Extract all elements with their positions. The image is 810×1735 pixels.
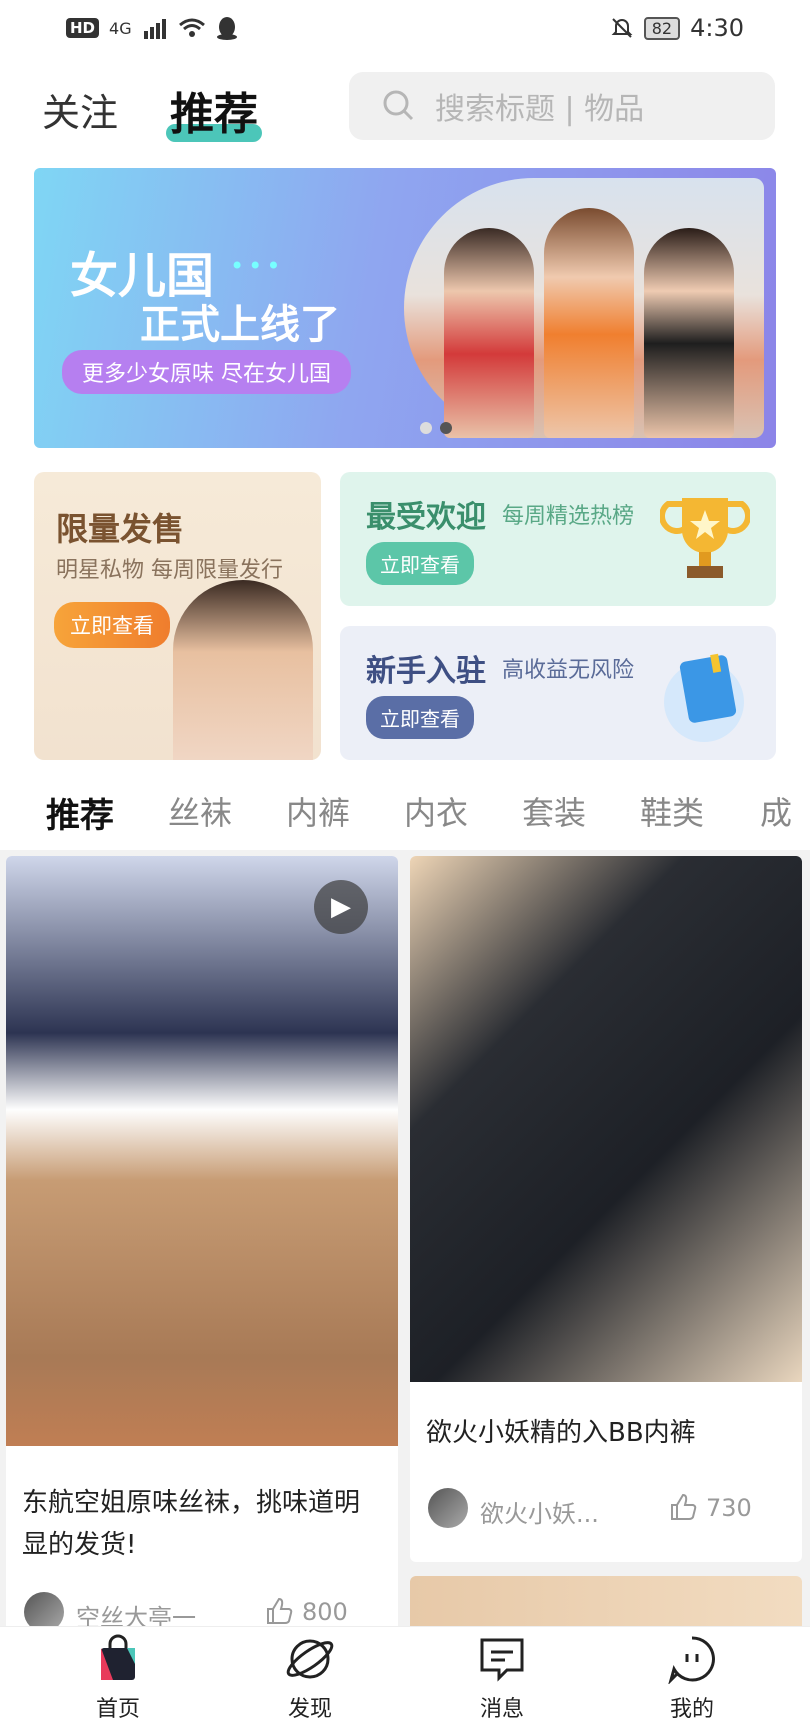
mute-bell-icon [611, 18, 633, 38]
feed-card-title: 欲火小妖精的入BB内裤 [426, 1418, 696, 1448]
like-count: 730 [706, 1494, 752, 1522]
newcomer-card[interactable]: 新手入驻 高收益无风险 立即查看 [340, 626, 776, 760]
carousel-dot[interactable] [420, 422, 432, 434]
search-input[interactable]: 搜索标题 | 物品 [349, 72, 775, 140]
signal-icon [143, 19, 166, 39]
tab-recommend[interactable]: 推荐 [170, 78, 258, 142]
banner-subtitle: 更多少女原味 尽在女儿国 [62, 350, 351, 394]
popular-view-button[interactable]: 立即查看 [366, 542, 474, 585]
feed-card-image [410, 856, 802, 1382]
nav-label: 发现 [287, 1697, 332, 1722]
shopping-bag-icon [93, 1634, 143, 1683]
trophy-icon [660, 498, 750, 578]
carousel-dot-active[interactable] [440, 422, 452, 434]
banner-title-line2: 正式上线了 [140, 302, 340, 348]
limited-sale-card[interactable]: 限量发售 明星私物 每周限量发行 立即查看 [34, 472, 321, 760]
status-left: HD 4G [66, 16, 238, 40]
newcomer-subtitle: 高收益无风险 [502, 658, 635, 683]
play-icon[interactable]: ▶ [314, 880, 368, 934]
nav-messages[interactable]: 消息 [442, 1635, 562, 1723]
like-count: 800 [302, 1598, 348, 1626]
category-tab-stockings[interactable]: 丝袜 [168, 788, 232, 834]
banner-figure [644, 228, 734, 438]
popular-title: 最受欢迎 [366, 500, 486, 535]
thumbs-up-icon[interactable] [668, 1492, 698, 1522]
profile-face-icon [667, 1635, 717, 1684]
book-icon [664, 653, 744, 742]
nav-label: 消息 [479, 1697, 524, 1722]
category-tab-recommend[interactable]: 推荐 [46, 788, 114, 837]
category-tabs: 推荐 丝袜 内裤 内衣 套装 鞋类 成 [0, 770, 810, 850]
qq-icon [216, 17, 237, 40]
feed-card[interactable]: ▶ 东航空姐原味丝袜，挑味道明显的发货! 空丝大亭一 800 [6, 856, 398, 1636]
tab-follow[interactable]: 关注 [42, 82, 118, 137]
nav-label: 我的 [669, 1697, 714, 1722]
hd-badge: HD [66, 18, 100, 38]
banner-figure [544, 208, 634, 438]
banner-photo [404, 178, 764, 438]
message-icon [477, 1635, 527, 1683]
wifi-icon [178, 18, 205, 37]
nav-profile[interactable]: 我的 [632, 1635, 752, 1723]
popular-card[interactable]: 最受欢迎 每周精选热榜 立即查看 [340, 472, 776, 606]
nav-home[interactable]: 首页 [58, 1634, 178, 1723]
status-right: 82 4:30 [610, 14, 744, 42]
limited-sale-view-button[interactable]: 立即查看 [54, 602, 170, 648]
limited-sale-photo [173, 580, 313, 760]
nav-label: 首页 [95, 1697, 140, 1722]
newcomer-title: 新手入驻 [366, 654, 486, 689]
category-tab-sets[interactable]: 套装 [522, 788, 586, 834]
status-bar: HD 4G 82 4:30 [0, 0, 810, 60]
nav-discover[interactable]: 发现 [250, 1635, 370, 1723]
limited-sale-subtitle: 明星私物 每周限量发行 [56, 558, 283, 583]
planet-icon [285, 1635, 335, 1683]
category-tab-panties[interactable]: 内裤 [286, 788, 350, 834]
feed-card-title: 东航空姐原味丝袜，挑味道明显的发货! [22, 1488, 361, 1560]
promo-banner[interactable]: 女儿国 ••• 正式上线了 更多少女原味 尽在女儿国 [34, 168, 776, 448]
bottom-nav: 首页 发现 消息 我的 [0, 1626, 810, 1735]
network-indicator: 4G [109, 18, 132, 38]
limited-sale-title: 限量发售 [56, 510, 185, 548]
thumbs-up-icon[interactable] [264, 1596, 294, 1626]
clock: 4:30 [690, 14, 744, 42]
battery-indicator: 82 [643, 16, 681, 40]
newcomer-view-button[interactable]: 立即查看 [366, 696, 474, 739]
category-tab-bras[interactable]: 内衣 [404, 788, 468, 834]
feed-card[interactable]: 欲火小妖精的入BB内裤 欲火小妖... 730 [410, 856, 802, 1562]
feed-card-image [6, 856, 398, 1446]
avatar[interactable] [428, 1488, 468, 1528]
category-tab-more[interactable]: 成 [760, 788, 792, 834]
search-placeholder: 搜索标题 | 物品 [435, 92, 645, 127]
search-icon [383, 90, 414, 121]
category-tab-shoes[interactable]: 鞋类 [640, 788, 704, 834]
author-name[interactable]: 欲火小妖... [480, 1494, 599, 1529]
banner-figure [444, 228, 534, 438]
popular-subtitle: 每周精选热榜 [502, 504, 635, 529]
banner-decor-dots: ••• [230, 252, 285, 280]
